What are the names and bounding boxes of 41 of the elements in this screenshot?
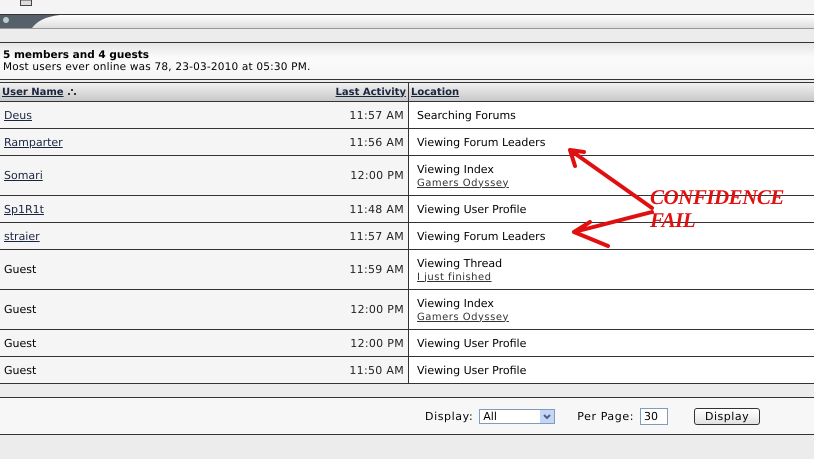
time-text: 12:00 PM xyxy=(350,336,404,350)
time-text: 12:00 PM xyxy=(350,169,404,182)
page-title-link[interactable]: Gamers Odyssey xyxy=(417,312,509,322)
display-select[interactable]: All xyxy=(479,408,556,424)
per-page-field[interactable]: 30 xyxy=(640,408,668,424)
guest-name: Guest xyxy=(4,263,36,276)
time-text: 11:57 AM xyxy=(349,108,404,122)
online-count-text: 5 members and 4 guests xyxy=(3,49,150,61)
location-text: Viewing User Profile xyxy=(417,202,528,216)
username-link[interactable]: Ramparter xyxy=(4,136,63,148)
username-link[interactable]: Sp1R1t xyxy=(4,202,44,216)
time-text: 11:50 AM xyxy=(349,364,404,376)
guest-name: Guest xyxy=(4,303,36,316)
time-text: 11:48 AM xyxy=(349,202,404,216)
location-text: Viewing User Profile xyxy=(417,364,528,376)
document-icon xyxy=(20,0,32,6)
location-text: Viewing Thread xyxy=(417,256,504,270)
location-text: Viewing Index xyxy=(417,162,495,176)
username-link[interactable]: Somari xyxy=(4,169,43,182)
location-text: Viewing Forum Leaders xyxy=(417,230,546,242)
time-text: 11:56 AM xyxy=(349,136,404,148)
location-text: Viewing User Profile xyxy=(417,336,528,350)
swoosh-icon xyxy=(0,15,60,28)
location-text: Searching Forums xyxy=(417,108,517,122)
display-label: Display: xyxy=(425,410,474,422)
record-text: Most users ever online was 78, 23-03-2010 at 05:30 PM. xyxy=(3,61,312,73)
location-text: Viewing Forum Leaders xyxy=(417,136,546,148)
page-title-link[interactable]: I just finished xyxy=(417,272,492,282)
column-header-link[interactable]: Location xyxy=(411,86,460,98)
username-link[interactable]: straier xyxy=(4,230,40,242)
time-text: 12:00 PM xyxy=(350,303,404,316)
page-title-link[interactable]: Gamers Odyssey xyxy=(417,178,509,188)
display-button[interactable]: Display xyxy=(694,408,760,424)
time-text: 11:57 AM xyxy=(349,230,404,242)
column-header-link[interactable]: User Name xyxy=(2,86,64,98)
time-text: 11:59 AM xyxy=(349,263,404,276)
guest-name: Guest xyxy=(4,364,36,376)
location-text: Viewing Index xyxy=(417,296,495,310)
guest-name: Guest xyxy=(4,336,36,350)
username-link[interactable]: Deus xyxy=(4,108,32,122)
per-page-label: Per Page: xyxy=(577,410,634,422)
